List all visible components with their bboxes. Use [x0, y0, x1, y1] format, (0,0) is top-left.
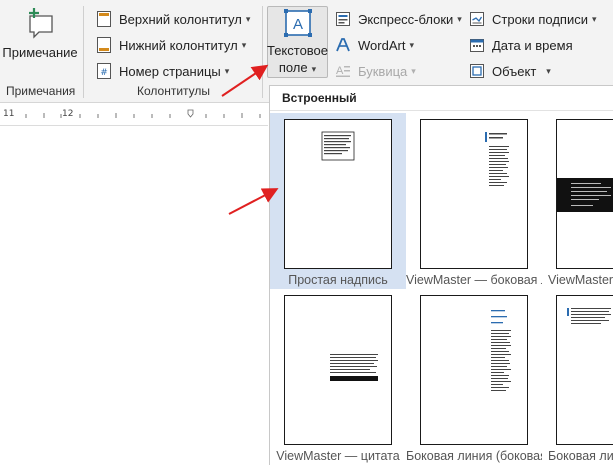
page-number-button[interactable]: # Номер страницы ▾ — [95, 60, 229, 82]
header-footer-group-label: Колонтитулы — [137, 84, 211, 98]
gallery-tile-label: ViewMaster — боковая линия — [406, 273, 542, 287]
chevron-down-icon: ▾ — [245, 13, 251, 24]
drop-cap-icon: A — [334, 62, 352, 80]
footer-label: Нижний колонтитул — [119, 37, 238, 53]
simple-text-box-preview — [321, 131, 355, 161]
quick-parts-icon — [334, 10, 352, 28]
object-label: Объект — [492, 63, 537, 79]
wordart-button[interactable]: WordArt ▾ — [334, 34, 414, 56]
text-box-label-line1: Текстовое — [266, 43, 329, 58]
page-preview — [420, 295, 528, 445]
chevron-down-icon: ▾ — [592, 13, 597, 24]
drop-cap-label: Буквица — [358, 63, 408, 79]
wordart-label: WordArt — [358, 37, 406, 53]
chevron-down-icon: ▾ — [224, 65, 230, 76]
gallery-tile-label: Боковая линия (боковая) — [406, 449, 542, 463]
comment-button-label: Примечание — [2, 45, 78, 60]
sidebar-side-preview — [491, 310, 511, 391]
chevron-down-icon: ▾ — [411, 65, 416, 76]
gallery-tile-label: Боковая линия — [548, 449, 613, 463]
text-box-gallery: Встроенный Простая надпись ViewMaster — … — [269, 85, 613, 465]
svg-text:A: A — [292, 16, 302, 33]
page-preview — [556, 295, 613, 445]
signature-line-label: Строки подписи — [492, 11, 588, 27]
horizontal-ruler[interactable]: 11 12 — [0, 104, 268, 126]
text-box-button-content[interactable]: A Текстовое поле ▾ — [267, 9, 328, 78]
header-button[interactable]: Верхний колонтитул ▾ — [95, 8, 250, 30]
group-separator — [262, 6, 263, 98]
gallery-header-builtin: Встроенный — [282, 91, 357, 105]
chevron-down-icon: ▾ — [546, 65, 551, 76]
date-time-button[interactable]: Дата и время — [468, 34, 573, 56]
text-box-label-line2: поле ▾ — [278, 60, 317, 75]
chevron-down-icon: ▾ — [457, 13, 462, 24]
object-icon — [468, 62, 486, 80]
viewmaster-sidebar-preview — [485, 132, 509, 186]
chevron-down-icon: ▾ — [409, 39, 414, 50]
chevron-down-icon: ▾ — [311, 64, 317, 74]
ruler-ticks — [25, 109, 261, 118]
quick-parts-button[interactable]: Экспресс-блоки ▾ — [334, 8, 462, 30]
page-preview — [284, 119, 392, 269]
group-separator — [83, 6, 84, 98]
svg-text:A: A — [336, 65, 344, 77]
page-number-icon: # — [95, 62, 113, 80]
gallery-tile-label: ViewMaster — боковая — [548, 273, 613, 287]
page-preview — [420, 119, 528, 269]
svg-text:#: # — [100, 68, 108, 78]
date-time-label: Дата и время — [492, 37, 573, 53]
gallery-tile-sidebar[interactable]: Боковая линия — [542, 289, 613, 465]
object-button[interactable]: Объект ▾ — [468, 60, 551, 82]
ruler-label-12: 12 — [62, 109, 74, 119]
chevron-down-icon: ▾ — [241, 39, 247, 50]
gallery-tile-viewmaster-dark[interactable]: ViewMaster — боковая — [542, 113, 613, 289]
comment-icon — [25, 6, 55, 40]
gallery-tile-label: Простая надпись — [288, 273, 388, 287]
calendar-icon — [468, 36, 486, 54]
page-number-label: Номер страницы — [119, 63, 221, 79]
header-label: Верхний колонтитул — [119, 11, 242, 27]
page-preview — [556, 119, 613, 269]
footer-icon — [95, 36, 113, 54]
signature-line-icon — [468, 10, 486, 28]
gallery-tile-viewmaster-sidebar[interactable]: ViewMaster — боковая линия — [406, 113, 542, 289]
comment-button[interactable]: Примечание — [2, 6, 78, 61]
sidebar-preview — [567, 308, 611, 324]
text-box-icon: A — [283, 9, 313, 37]
gallery-tile-viewmaster-quote[interactable]: ViewMaster — цитата — [270, 289, 406, 465]
signature-line-button[interactable]: Строки подписи ▾ — [468, 8, 597, 30]
gallery-tile-simple-text-box[interactable]: Простая надпись — [270, 113, 406, 289]
quick-parts-label: Экспресс-блоки — [358, 11, 454, 27]
footer-button[interactable]: Нижний колонтитул ▾ — [95, 34, 246, 56]
document-area[interactable] — [0, 127, 268, 465]
page-preview — [284, 295, 392, 445]
wordart-icon — [334, 36, 352, 54]
comments-group-label: Примечания — [6, 84, 76, 98]
viewmaster-quote-preview — [330, 354, 378, 381]
gallery-tile-sidebar-side[interactable]: Боковая линия (боковая) — [406, 289, 542, 465]
gallery-separator — [270, 110, 613, 111]
ruler-label-11: 11 — [3, 109, 15, 119]
viewmaster-dark-preview — [557, 178, 613, 212]
header-icon — [95, 10, 113, 28]
gallery-tile-label: ViewMaster — цитата — [276, 449, 400, 463]
drop-cap-button[interactable]: A Буквица ▾ — [334, 60, 416, 82]
